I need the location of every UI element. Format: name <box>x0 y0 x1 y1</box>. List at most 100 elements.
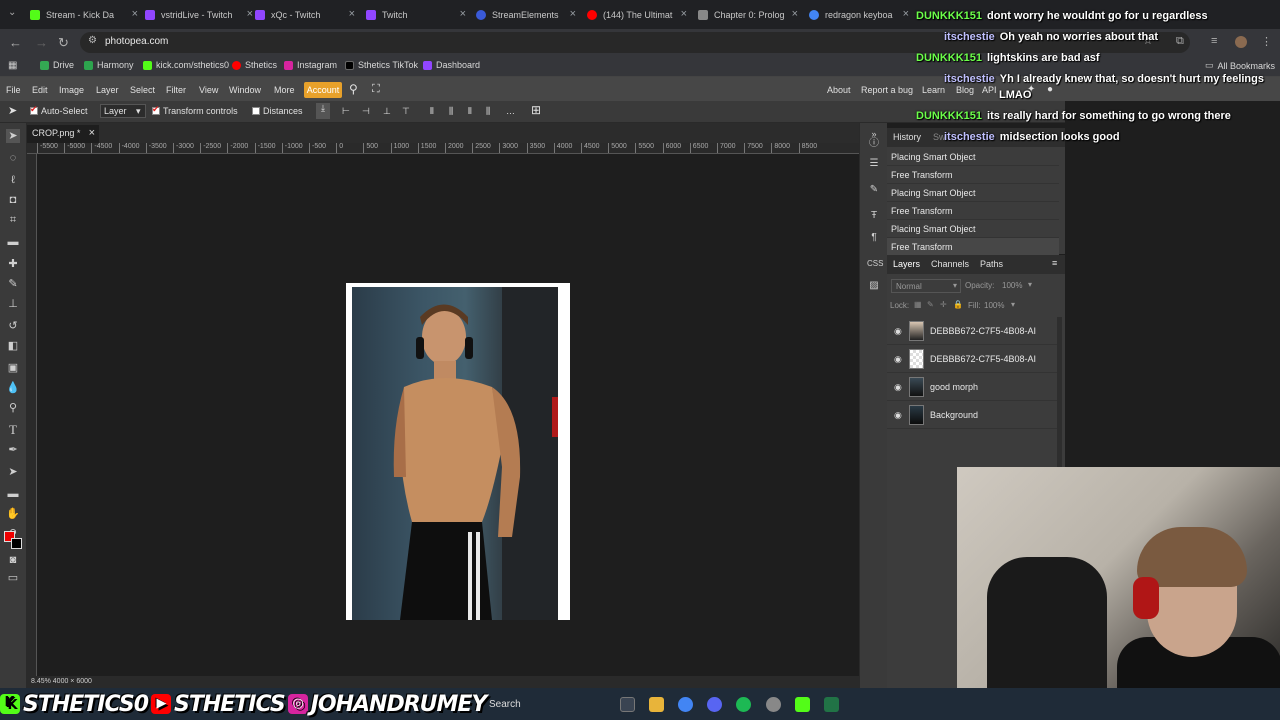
photo-layer[interactable] <box>352 287 558 620</box>
history-item[interactable]: Placing Smart Object <box>887 220 1059 238</box>
kick-icon[interactable] <box>795 697 810 712</box>
quick-mask-icon[interactable]: ◙ <box>6 553 20 567</box>
distribute-space-icon[interactable]: ⫼ <box>486 106 490 117</box>
history-item[interactable]: Free Transform <box>887 166 1059 184</box>
close-icon[interactable]: × <box>570 8 576 20</box>
close-icon[interactable]: × <box>903 8 909 20</box>
bookmark-kick[interactable]: kick.com/sthetics0 <box>143 60 229 70</box>
marquee-tool-icon[interactable]: ◌ <box>6 151 20 165</box>
properties-icon[interactable]: ☰ <box>867 157 881 171</box>
tab-channels[interactable]: Channels <box>931 259 969 269</box>
lock-pixels-icon[interactable]: ✎ <box>927 300 934 309</box>
apps-grid-icon[interactable]: ▦ <box>8 60 17 71</box>
menu-select[interactable]: Select <box>130 85 155 95</box>
tab-paths[interactable]: Paths <box>980 259 1003 269</box>
path-select-tool-icon[interactable]: ➤ <box>6 465 20 479</box>
fill-input[interactable]: 100% <box>984 301 1004 310</box>
close-icon[interactable]: × <box>792 8 798 20</box>
distances-checkbox[interactable]: Distances <box>252 106 303 116</box>
move-tool-icon[interactable]: ➤ <box>6 129 20 143</box>
eraser-tool-icon[interactable]: ◧ <box>6 339 20 353</box>
forward-icon[interactable]: → <box>35 35 48 50</box>
close-icon[interactable]: × <box>681 8 687 20</box>
distribute-left-icon[interactable]: ⫴ <box>430 106 434 117</box>
browser-tab[interactable]: StreamElements × <box>476 4 576 25</box>
task-view-icon[interactable] <box>620 697 635 712</box>
info-icon[interactable]: ⓘ <box>867 137 881 151</box>
layers-scrollbar[interactable] <box>1057 317 1062 467</box>
spotify-icon[interactable] <box>736 697 751 712</box>
dodge-tool-icon[interactable]: ⚲ <box>6 401 20 415</box>
blend-mode-select[interactable]: Normal ▾ <box>891 279 961 293</box>
close-icon[interactable]: × <box>247 8 253 20</box>
bookmark-sthetics[interactable]: Sthetics <box>232 60 277 70</box>
browser-tab[interactable]: (144) The Ultimat × <box>587 4 687 25</box>
lock-position-icon[interactable]: ✛ <box>940 300 947 309</box>
layer-row[interactable]: ◉ DEBBB672-C7F5-4B08-AI <box>887 345 1059 373</box>
menu-view[interactable]: View <box>199 85 218 95</box>
menu-edit[interactable]: Edit <box>32 85 48 95</box>
align-top-icon[interactable]: ⊤ <box>402 106 410 117</box>
auto-select-checkbox[interactable]: Auto-Select <box>30 104 88 116</box>
file-explorer-icon[interactable] <box>649 697 664 712</box>
lock-icon[interactable]: 🔒 <box>953 300 963 309</box>
taskbar-search[interactable]: Search <box>489 699 521 710</box>
panel-menu-icon[interactable]: ≡ <box>1052 258 1057 268</box>
align-center-icon[interactable]: ⊣ <box>362 106 370 117</box>
browser-tab[interactable]: Stream - Kick Da × <box>30 4 138 25</box>
css-icon[interactable]: CSS <box>867 257 883 271</box>
menu-about[interactable]: About <box>827 85 851 95</box>
close-icon[interactable]: × <box>460 8 466 20</box>
back-icon[interactable]: ← <box>9 35 22 50</box>
quick-select-tool-icon[interactable]: ◘ <box>6 193 20 207</box>
chevron-down-icon[interactable]: ▾ <box>1028 280 1032 289</box>
layer-select[interactable]: Layer ▾ <box>100 104 146 118</box>
lock-transparency-icon[interactable]: ▦ <box>914 300 922 309</box>
browser-tab[interactable]: vstridLive - Twitch × <box>145 4 253 25</box>
history-item[interactable]: Placing Smart Object <box>887 184 1059 202</box>
history-brush-icon[interactable]: ↺ <box>6 319 20 333</box>
type-tool-icon[interactable]: T <box>6 423 20 437</box>
site-info-icon[interactable]: ⚙ <box>88 35 97 46</box>
blur-tool-icon[interactable]: 💧 <box>6 381 20 395</box>
bucket-tool-icon[interactable]: ▣ <box>6 361 20 375</box>
close-icon[interactable]: × <box>89 127 95 139</box>
browser-tab[interactable]: Twitch × <box>366 4 466 25</box>
browser-tab[interactable]: xQc - Twitch × <box>255 4 355 25</box>
history-item[interactable]: Free Transform <box>887 202 1059 220</box>
bookmark-drive[interactable]: Drive <box>40 60 74 70</box>
history-item[interactable]: Free Transform <box>887 238 1059 256</box>
eye-icon[interactable]: ◉ <box>894 382 902 393</box>
background-color-swatch[interactable] <box>11 538 22 549</box>
brush-tool-icon[interactable]: ✎ <box>6 277 20 291</box>
eye-icon[interactable]: ◉ <box>894 326 902 337</box>
eye-icon[interactable]: ◉ <box>894 354 902 365</box>
more-options-icon[interactable]: … <box>506 106 515 116</box>
menu-file[interactable]: File <box>6 85 21 95</box>
menu-filter[interactable]: Filter <box>166 85 186 95</box>
align-left-icon[interactable]: ⊢ <box>342 106 350 117</box>
close-icon[interactable]: × <box>132 8 138 20</box>
discord-icon[interactable] <box>707 697 722 712</box>
bookmark-harmony[interactable]: Harmony <box>84 60 134 70</box>
settings-icon[interactable] <box>766 697 781 712</box>
chevron-down-icon[interactable]: ▾ <box>1011 300 1015 309</box>
bookmark-instagram[interactable]: Instagram <box>284 60 337 70</box>
stamp-tool-icon[interactable]: ⊥ <box>6 297 20 311</box>
reload-icon[interactable]: ↻ <box>58 35 69 51</box>
ruler-tool-icon[interactable]: ▬ <box>6 235 20 249</box>
bookmark-tiktok[interactable]: Sthetics TikTok <box>345 60 418 70</box>
document-canvas[interactable] <box>346 283 570 620</box>
close-icon[interactable]: × <box>349 8 355 20</box>
bookmark-dashboard[interactable]: Dashboard <box>423 60 480 70</box>
menu-image[interactable]: Image <box>59 85 84 95</box>
transform-controls-checkbox[interactable]: Transform controls <box>152 104 238 116</box>
chrome-icon[interactable] <box>678 697 693 712</box>
menu-more[interactable]: More <box>274 85 295 95</box>
menu-report-bug[interactable]: Report a bug <box>861 85 913 95</box>
character-icon[interactable]: Ŧ <box>867 209 881 223</box>
opacity-input[interactable]: 100% <box>1002 281 1022 290</box>
search-icon[interactable]: ⚲ <box>349 82 358 96</box>
layer-row[interactable]: ◉ DEBBB672-C7F5-4B08-AI <box>887 317 1059 345</box>
browser-tab[interactable]: Chapter 0: Prolog × <box>698 4 798 25</box>
